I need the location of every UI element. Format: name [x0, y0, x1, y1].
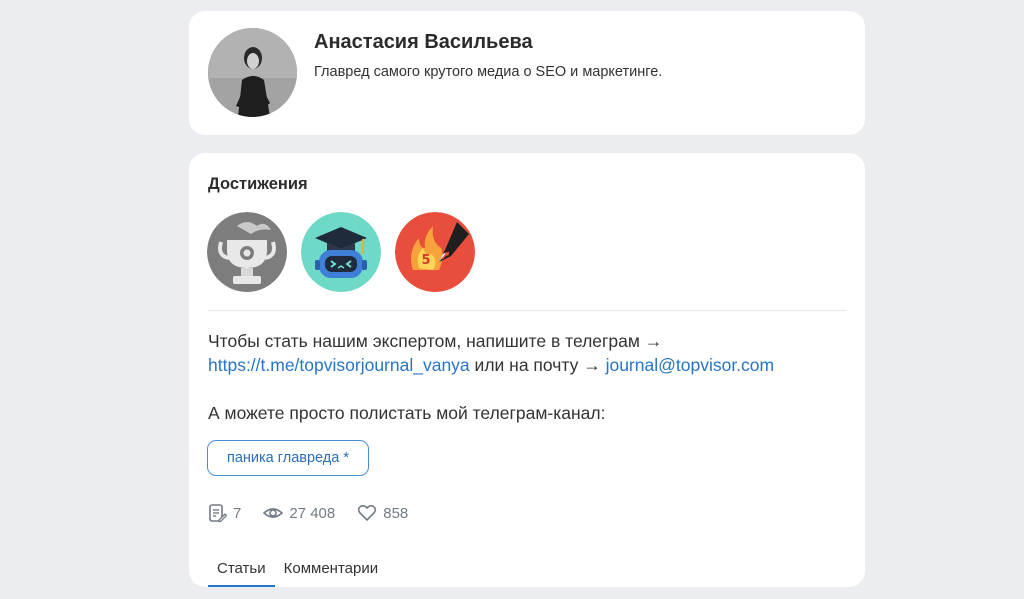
expert-invitation: Чтобы стать нашим экспертом, напишите в …	[208, 329, 848, 377]
telegram-link[interactable]: https://t.me/topvisorjournal_vanya	[208, 355, 470, 375]
graduate-badge[interactable]	[301, 212, 381, 292]
heart-icon[interactable]	[357, 503, 377, 523]
channel-tag-button[interactable]: паника главреда *	[207, 440, 369, 476]
likes-count: 858	[383, 504, 409, 522]
badges-row: 5	[207, 212, 475, 292]
achievements-title: Достижения	[208, 175, 308, 193]
stats-row: 7 27 408 858	[207, 503, 430, 523]
eye-icon	[263, 508, 284, 518]
likes-stat[interactable]: 858	[357, 503, 408, 523]
document-edit-icon	[209, 504, 227, 523]
achievements-card: Достижения 5 Чтобы стать нашим экспертом…	[189, 153, 865, 587]
views-stat: 27 408	[263, 503, 335, 523]
trophy-icon	[207, 212, 287, 292]
profile-bio: Главред самого крутого медиа о SEO и мар…	[314, 64, 663, 80]
email-link[interactable]: journal@topvisor.com	[606, 355, 775, 375]
divider	[208, 310, 847, 311]
profile-name: Анастасия Васильева	[314, 31, 533, 53]
articles-stat: 7	[207, 503, 241, 523]
channel-text: А можете просто полистать мой телеграм-к…	[208, 403, 606, 423]
fire-pen-badge[interactable]: 5	[395, 212, 475, 292]
badge-number: 5	[421, 253, 430, 268]
articles-count: 7	[233, 504, 242, 522]
profile-card: Анастасия Васильева Главред самого круто…	[189, 11, 865, 135]
invitation-text: Чтобы стать нашим экспертом, напишите в …	[208, 331, 663, 351]
tab-comments[interactable]: Комментарии	[275, 555, 387, 587]
tab-articles[interactable]: Статьи	[208, 555, 275, 587]
fire-pen-icon: 5	[395, 212, 475, 292]
avatar[interactable]	[208, 28, 297, 117]
trophy-badge[interactable]	[207, 212, 287, 292]
invitation-text-middle: или на почту →	[474, 355, 601, 375]
views-count: 27 408	[289, 504, 336, 522]
graduate-robot-icon	[301, 212, 381, 292]
profile-tabs: Статьи Комментарии	[208, 555, 387, 587]
